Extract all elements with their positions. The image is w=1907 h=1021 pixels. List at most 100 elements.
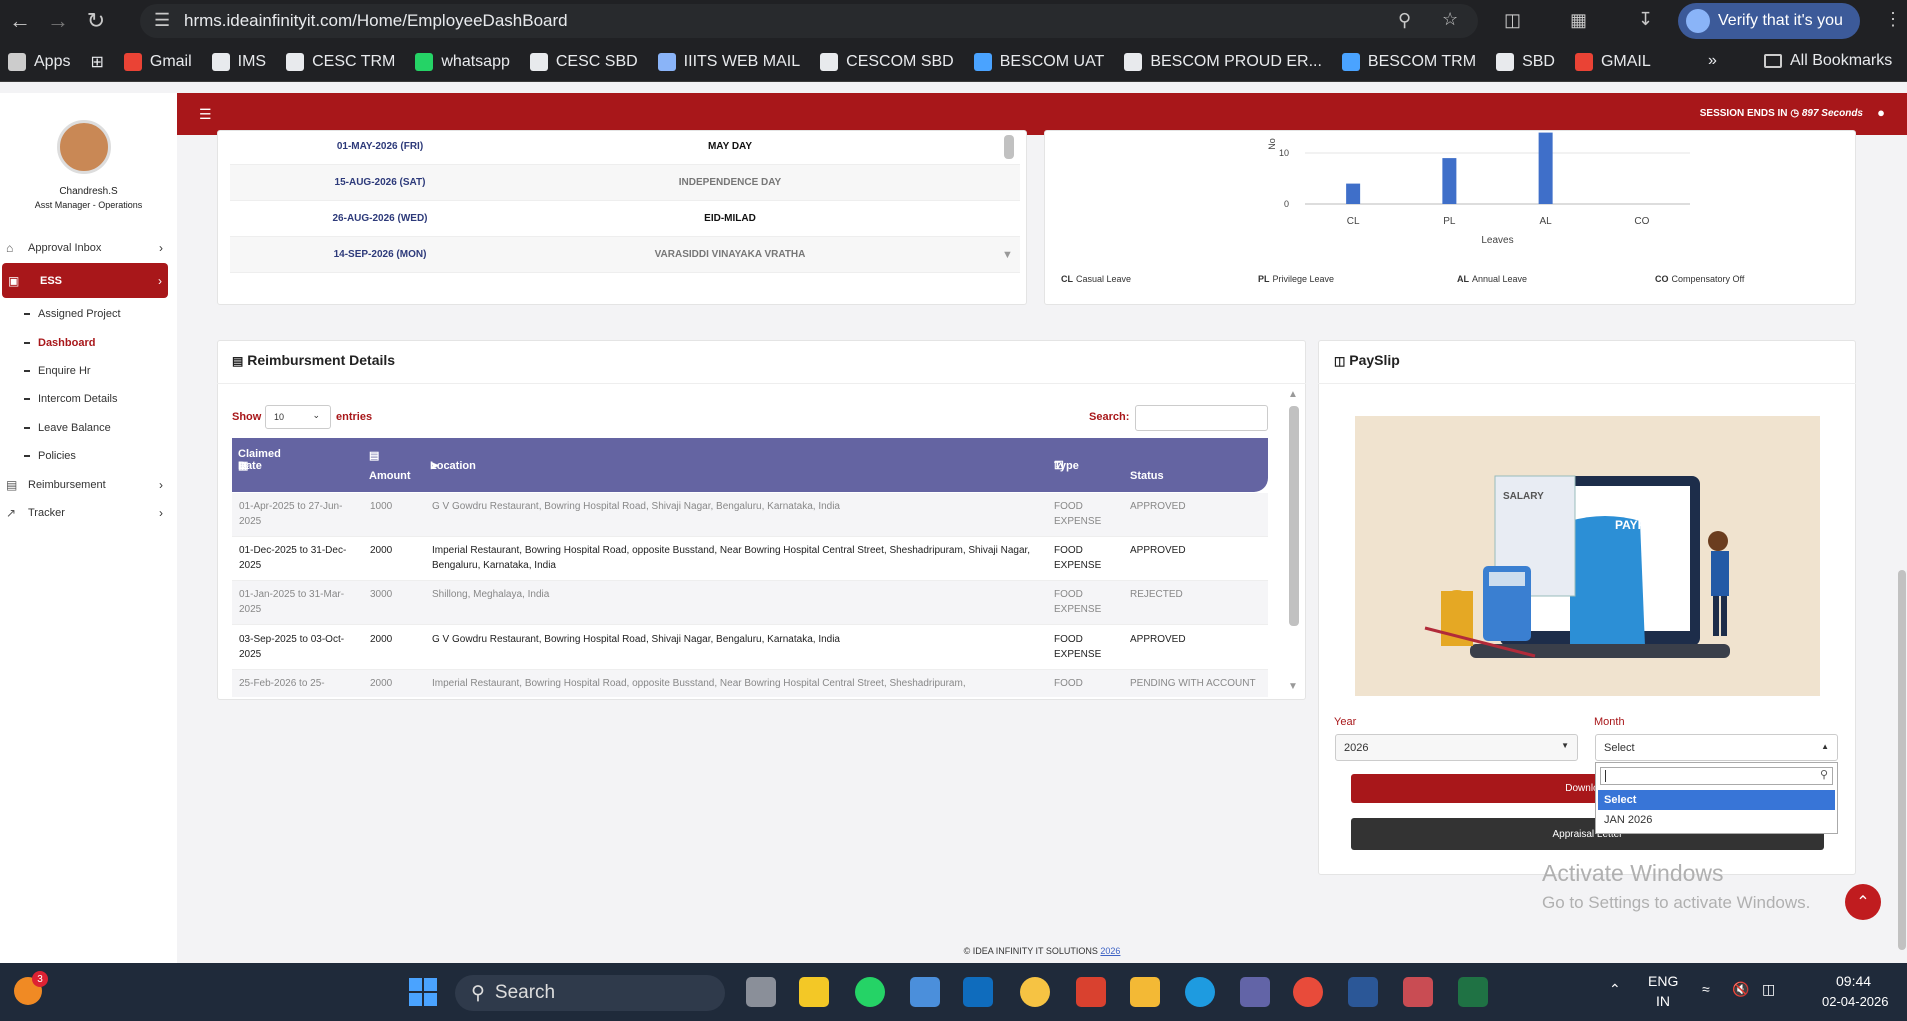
bookmark-star-icon[interactable]: ☆: [1442, 9, 1458, 30]
all-bookmarks[interactable]: All Bookmarks: [1764, 52, 1892, 70]
back-icon[interactable]: ←: [2, 3, 38, 39]
dropdown-option-select[interactable]: Select: [1598, 790, 1835, 810]
bookmark-item[interactable]: SBD: [1496, 52, 1555, 71]
download-icon[interactable]: ↧: [1638, 9, 1653, 30]
task-view-icon[interactable]: [746, 977, 776, 1007]
forward-icon[interactable]: →: [40, 3, 76, 39]
user-name: Chandresh.S: [59, 186, 118, 197]
site-info-icon[interactable]: ☰: [154, 10, 170, 31]
notepad-icon[interactable]: [910, 977, 940, 1007]
sidebar-subitem-enquire-hr[interactable]: Enquire Hr: [24, 365, 91, 377]
chevron-up-icon[interactable]: ⌃: [1609, 981, 1621, 998]
verify-identity-button[interactable]: Verify that it's you: [1678, 3, 1860, 39]
windows-start-icon[interactable]: [409, 978, 437, 1006]
sidebar-subitem-dashboard[interactable]: Dashboard: [24, 337, 95, 349]
chevron-up-icon: ⌃: [1856, 894, 1870, 911]
chrome-icon[interactable]: [1293, 977, 1323, 1007]
cell-date: 03-Sep-2025 to 03-Oct-2025: [239, 634, 345, 660]
bookmark-item[interactable]: CESC SBD: [529, 52, 638, 71]
cell-date: 01-Jan-2025 to 31-Mar-2025: [239, 589, 345, 615]
sidebar-item-ess[interactable]: ▣ ESS ›: [2, 263, 168, 298]
outlook-icon[interactable]: [963, 977, 993, 1007]
bookmark-favicon-icon: [529, 52, 548, 71]
divider: [217, 383, 1306, 384]
reload-icon[interactable]: ↻: [78, 3, 114, 39]
mute-icon[interactable]: 🔇: [1732, 981, 1749, 998]
legend-code: CO: [1655, 274, 1669, 284]
taskbar-search[interactable]: ⚲ Search: [455, 975, 725, 1011]
month-select[interactable]: Select ▲: [1595, 734, 1838, 761]
payroll-illustration-svg: SALARY PAYROLL: [1424, 475, 1730, 658]
lang-1[interactable]: ENG: [1648, 973, 1678, 989]
battery-icon[interactable]: ◫: [1762, 981, 1775, 998]
sidebar-item-approval-inbox[interactable]: ⌂ Approval Inbox ›: [0, 235, 177, 261]
bookmark-item[interactable]: IIITS WEB MAIL: [657, 52, 800, 71]
table-row[interactable]: 01-Jan-2025 to 31-Mar-2025 3000 Shillong, …: [232, 581, 1268, 625]
address-bar[interactable]: ☰ hrms.ideainfinityit.com/Home/EmployeeD…: [140, 4, 1478, 38]
bookmark-item[interactable]: IMS: [211, 52, 266, 71]
sticky-notes-icon[interactable]: [799, 977, 829, 1007]
sidebar-subitem-policies[interactable]: Policies: [24, 450, 76, 462]
holiday-date: 14-SEP-2026 (MON): [333, 249, 427, 260]
extensions-icon[interactable]: ◫: [1504, 10, 1521, 31]
bookmarks-overflow-icon[interactable]: »: [1708, 52, 1717, 70]
page-scrollbar[interactable]: [1898, 570, 1906, 950]
file-explorer-icon[interactable]: [1130, 977, 1160, 1007]
excel-icon[interactable]: [1458, 977, 1488, 1007]
table-row[interactable]: 01-Dec-2025 to 31-Dec-2025 2000 Imperial R…: [232, 537, 1268, 581]
dropdown-option-jan-2026[interactable]: JAN 2026: [1598, 810, 1835, 830]
bookmark-item[interactable]: Gmail: [123, 52, 192, 71]
url-text[interactable]: hrms.ideainfinityit.com/Home/EmployeeDas…: [184, 11, 568, 31]
col-status[interactable]: Status: [1130, 470, 1164, 482]
bookmark-item[interactable]: CESCOM SBD: [820, 52, 954, 71]
bookmark-item[interactable]: GMAIL: [1574, 52, 1651, 71]
search-input[interactable]: [1135, 405, 1268, 431]
scroll-top-button[interactable]: ⌃: [1845, 884, 1881, 920]
scroll-up-icon[interactable]: ▲: [1288, 389, 1298, 400]
edge-icon[interactable]: [1185, 977, 1215, 1007]
col-amount[interactable]: Amount: [369, 470, 411, 482]
teams-icon[interactable]: [1240, 977, 1270, 1007]
word-icon[interactable]: [1348, 977, 1378, 1007]
wifi-icon[interactable]: ≈: [1702, 981, 1710, 997]
entries-select[interactable]: 10 ⌄: [265, 405, 331, 429]
menu-icon[interactable]: ⋮: [1884, 9, 1902, 30]
cell-date: 01-Apr-2025 to 27-Jun-2025: [239, 501, 343, 527]
legend-item: CL Casual Leave: [1061, 274, 1131, 284]
table-row[interactable]: 03-Sep-2025 to 03-Oct-2025 2000 G V Gowdru…: [232, 626, 1268, 670]
sidebar-subitem-assigned-project[interactable]: Assigned Project: [24, 308, 121, 320]
bookmark-item[interactable]: CESC TRM: [286, 52, 395, 71]
clock-time[interactable]: 09:44: [1836, 973, 1871, 989]
holiday-scrollbar[interactable]: [1004, 135, 1014, 159]
app-icon[interactable]: [1020, 977, 1050, 1007]
snipping-tool-icon[interactable]: [1403, 977, 1433, 1007]
whatsapp-icon[interactable]: [855, 977, 885, 1007]
bookmark-item[interactable]: BESCOM PROUD ER...: [1124, 52, 1322, 71]
table-row[interactable]: 25-Feb-2026 to 25- 2000 Imperial Restauran…: [232, 670, 1268, 697]
bookmark-item[interactable]: BESCOM UAT: [973, 52, 1104, 71]
sidepanel-icon[interactable]: ▦: [1570, 10, 1587, 31]
scroll-down-icon[interactable]: ▼: [1288, 681, 1298, 692]
table-scrollbar[interactable]: [1289, 406, 1299, 626]
apps-grid-icon[interactable]: ⊞: [90, 52, 103, 72]
zoom-icon[interactable]: ⚲: [1398, 10, 1411, 31]
table-row[interactable]: 01-Apr-2025 to 27-Jun-2025 1000 G V Gowdru…: [232, 493, 1268, 537]
app-icon-2[interactable]: [1076, 977, 1106, 1007]
sidebar-subitem-leave-balance[interactable]: Leave Balance: [24, 422, 111, 434]
session-value: 897 Seconds: [1801, 108, 1863, 119]
clock-date[interactable]: 02-04-2026: [1822, 994, 1889, 1009]
hamburger-icon[interactable]: ☰: [199, 106, 212, 123]
bookmark-item[interactable]: Apps: [8, 52, 70, 71]
dropdown-search-input[interactable]: ⚲: [1600, 767, 1833, 785]
sidebar-item-label: Reimbursement: [28, 479, 106, 491]
user-role: Asst Manager - Operations: [34, 200, 143, 210]
user-icon[interactable]: ●: [1877, 105, 1885, 120]
scroll-down-icon[interactable]: ▼: [1002, 249, 1013, 261]
bookmark-item[interactable]: BESCOM TRM: [1341, 52, 1476, 71]
sidebar-subitem-intercom-details[interactable]: Intercom Details: [24, 393, 117, 405]
year-select[interactable]: 2026 ▼: [1335, 734, 1578, 761]
lang-2[interactable]: IN: [1656, 993, 1670, 1009]
footer-year-link[interactable]: 2026: [1100, 946, 1120, 956]
bookmark-item[interactable]: whatsapp: [415, 52, 510, 71]
cell-location: G V Gowdru Restaurant, Bowring Hospital …: [432, 634, 840, 645]
